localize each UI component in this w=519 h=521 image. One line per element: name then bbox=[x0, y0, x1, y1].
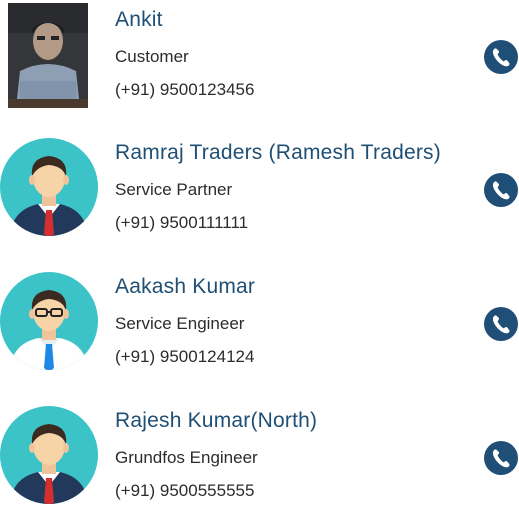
phone-icon bbox=[492, 315, 510, 334]
contact-name: Ankit bbox=[115, 8, 163, 31]
call-button[interactable] bbox=[484, 40, 518, 74]
contact-name: Ramraj Traders (Ramesh Traders) bbox=[115, 141, 441, 164]
contact-name: Rajesh Kumar(North) bbox=[115, 409, 318, 432]
call-button[interactable] bbox=[484, 173, 518, 207]
contact-phone: (+91) 9500555555 bbox=[115, 481, 255, 500]
avatar-photo bbox=[8, 3, 88, 108]
contact-role: Customer bbox=[115, 47, 189, 66]
contact-role: Service Partner bbox=[115, 180, 233, 199]
call-button[interactable] bbox=[484, 307, 518, 341]
avatar-engineer-icon bbox=[0, 272, 98, 370]
contact-item-ramraj-traders[interactable]: Ramraj Traders (Ramesh Traders) Service … bbox=[0, 133, 519, 253]
contact-phone: (+91) 9500123456 bbox=[115, 80, 255, 99]
call-button[interactable] bbox=[484, 441, 518, 475]
contact-role: Grundfos Engineer bbox=[115, 448, 258, 467]
phone-icon bbox=[492, 48, 510, 67]
contact-role: Service Engineer bbox=[115, 314, 245, 333]
contact-phone: (+91) 9500111111 bbox=[115, 213, 249, 232]
contact-phone: (+91) 9500124124 bbox=[115, 347, 255, 366]
phone-icon bbox=[492, 449, 510, 468]
avatar-businessman-icon bbox=[0, 406, 98, 504]
contact-item-rajesh-kumar[interactable]: Rajesh Kumar(North) Grundfos Engineer (+… bbox=[0, 401, 519, 521]
contact-name: Aakash Kumar bbox=[115, 275, 256, 298]
avatar-businessman-icon bbox=[0, 138, 98, 236]
contact-item-aakash-kumar[interactable]: Aakash Kumar Service Engineer (+91) 9500… bbox=[0, 267, 519, 387]
contact-item-ankit[interactable]: Ankit Customer (+91) 9500123456 bbox=[0, 0, 519, 120]
phone-icon bbox=[492, 181, 510, 200]
